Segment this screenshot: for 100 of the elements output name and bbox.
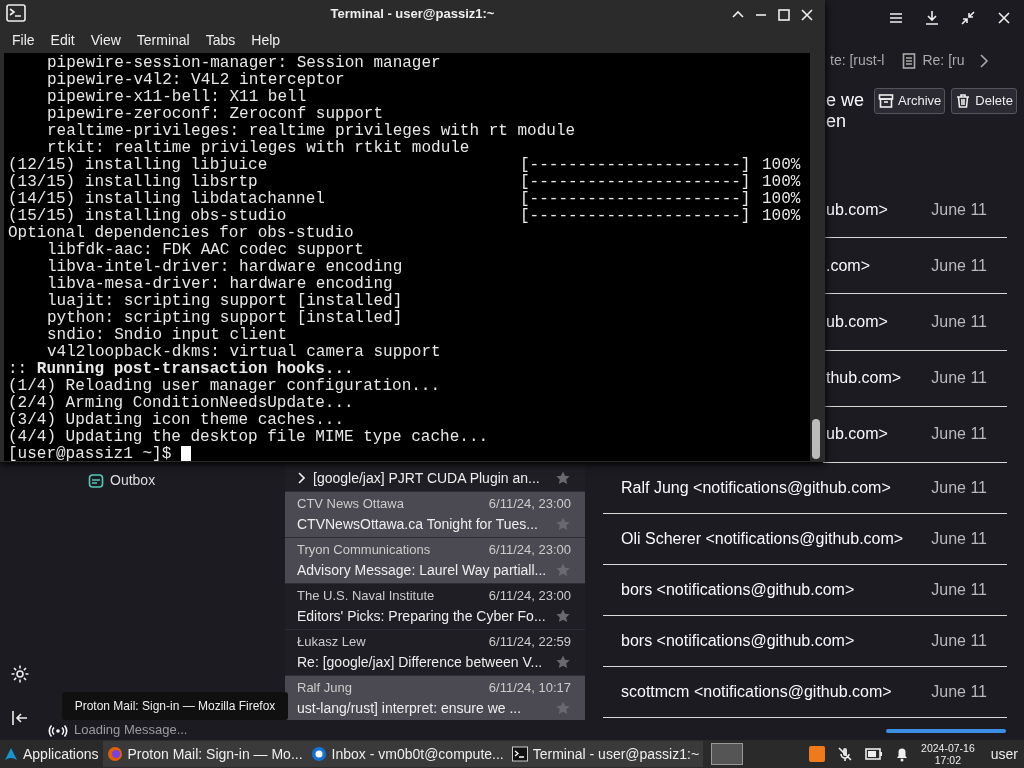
terminal-icon: [511, 746, 528, 762]
progress-bar-text: [----------------------]: [520, 174, 752, 191]
mail-tab[interactable]: Re: [ru: [898, 48, 969, 73]
menu-item[interactable]: Help: [243, 29, 289, 51]
sender-text: thub.com>: [826, 368, 902, 389]
chevron-right-icon[interactable]: [297, 472, 305, 484]
progress-bar-text: [----------------------]: [520, 157, 752, 174]
menu-item[interactable]: Edit: [42, 29, 83, 51]
sender-text: ub.com>: [826, 311, 888, 332]
menu-item[interactable]: Terminal: [128, 29, 198, 51]
sender-text: bors <notifications@github.com>: [621, 630, 855, 651]
archive-icon: [878, 92, 894, 109]
message-row[interactable]: Tryon Communications 6/11/24, 23:00 Advisory Message: Laurel Way partiall...: [285, 538, 585, 584]
terminal-line: realtime-privileges: realtime privileges with rt module: [47, 122, 576, 140]
progress-bar-text: [----------------------]: [520, 191, 752, 208]
applications-menu[interactable]: Applications: [0, 741, 103, 767]
date-text: 6/11/24, 23:00: [488, 495, 571, 513]
delete-button[interactable]: Delete: [951, 88, 1017, 114]
terminal-line: pipewire-v4l2: V4L2 interceptor: [47, 71, 345, 89]
menu-item[interactable]: View: [82, 29, 129, 51]
collapse-icon: [12, 710, 28, 726]
mail-tab[interactable]: te: [rust-l: [826, 48, 889, 73]
star-icon[interactable]: [555, 608, 571, 624]
sender-text: The U.S. Naval Institute: [297, 587, 435, 605]
subject-text: Editors' Picks: Preparing the Cyber Fo...: [297, 606, 546, 626]
arch-logo-icon: [4, 747, 18, 761]
date-text: June 11: [931, 681, 987, 702]
star-icon[interactable]: [555, 562, 571, 578]
terminal-line: sndio: Sndio input client: [47, 326, 288, 344]
date-text: June 11: [931, 368, 987, 389]
message-row[interactable]: bors <notifications@github.com> June 11: [603, 615, 1007, 667]
date-text: June 11: [931, 311, 987, 332]
muted-microphone-icon[interactable]: [837, 746, 854, 762]
percent-text: 100%: [762, 191, 801, 208]
tooltip: Proton Mail: Sign-in — Mozilla Firefox: [62, 692, 288, 720]
status-text: Loading Message...: [74, 721, 188, 740]
clock[interactable]: 2024-07-16 17:02: [921, 742, 975, 766]
subject-text: ust-lang/rust] interpret: ensure we ...: [297, 698, 522, 718]
settings-icon: [10, 664, 30, 684]
sender-text: Tryon Communications: [297, 541, 431, 559]
scrollbar-thumb[interactable]: [812, 419, 820, 459]
star-icon[interactable]: [555, 654, 571, 670]
outbox-icon: [88, 472, 104, 489]
terminal-line: pipewire-zeroconf: Zeroconf support: [47, 105, 384, 123]
window-title: Terminal - user@passiz1:~: [330, 5, 495, 24]
terminal-line: (12/15) installing libjuice: [8, 157, 269, 174]
sender-text: scottmcm <notifications@github.com>: [621, 681, 892, 702]
taskbar-item[interactable]: Proton Mail: Sign-in — Mo...: [102, 741, 307, 767]
sender-text: Ralf Jung <notifications@github.com>: [621, 477, 891, 498]
sender-text: .com>: [826, 255, 870, 276]
chevron-right-icon[interactable]: [978, 52, 991, 69]
document-icon: [902, 52, 917, 69]
taskbar-item[interactable]: Inbox - vm0b0t@compute...: [306, 741, 508, 767]
date-text: June 11: [931, 630, 987, 651]
date-text: 6/11/24, 23:00: [488, 587, 571, 605]
sender-text: Ralf Jung: [297, 679, 352, 697]
prompt-text: [user@passiz1 ~]$: [8, 445, 172, 463]
star-icon[interactable]: [555, 470, 571, 486]
terminal-line: pipewire-x11-bell: X11 bell: [47, 88, 307, 106]
menu-item[interactable]: File: [4, 29, 43, 51]
percent-text: 100%: [762, 208, 801, 225]
taskbar-item[interactable]: Terminal - user@passiz1:~: [507, 741, 704, 767]
progress-bar-text: [----------------------]: [520, 208, 752, 225]
date-text: 6/11/24, 10:17: [488, 679, 571, 697]
terminal-line: (1/4) Reloading user manager configuration...: [8, 377, 441, 395]
subject-text: en: [826, 111, 848, 132]
subject-text: Advisory Message: Laurel Way partiall...: [297, 560, 547, 580]
message-row[interactable]: bors <notifications@github.com> June 11: [603, 564, 1007, 616]
percent-text: 100%: [762, 174, 801, 191]
terminal-line: (13/15) installing libsrtp: [8, 174, 259, 191]
message-row[interactable]: CTV News Ottawa 6/11/24, 23:00 CTVNewsOttawa.ca Tonight for Tues...: [285, 492, 585, 538]
minimize-icon: [755, 14, 767, 16]
user-menu[interactable]: user: [986, 741, 1022, 767]
date-text: 6/11/24, 23:00: [488, 541, 571, 559]
sender-text: ub.com>: [826, 199, 888, 220]
mail-app-icon: [310, 746, 327, 762]
battery-icon[interactable]: [865, 747, 884, 761]
date-text: June 11: [931, 528, 987, 549]
star-icon[interactable]: [555, 700, 571, 716]
date-text: June 11: [931, 579, 987, 600]
app-tray-icon[interactable]: [809, 746, 826, 762]
archive-button[interactable]: Archive: [874, 88, 946, 114]
message-row[interactable]: Oli Scherer <notifications@github.com> June 11: [603, 513, 1007, 565]
terminal-line: (4/4) Updating the desktop file MIME type cache...: [8, 428, 489, 446]
star-icon[interactable]: [555, 516, 571, 532]
folder-item[interactable]: Outbox: [88, 470, 156, 491]
sender-text: Łukasz Lew: [297, 633, 366, 651]
square-icon: [775, 6, 793, 24]
menu-item[interactable]: Tabs: [197, 29, 244, 51]
sender-text: CTV News Ottawa: [297, 495, 404, 513]
broadcast-icon: [48, 723, 68, 738]
terminal-line: luajit: scripting support [installed]: [47, 292, 403, 310]
subject-text: CTVNewsOttawa.ca Tonight for Tues...: [297, 514, 538, 534]
message-row[interactable]: scottmcm <notifications@github.com> June 11: [603, 666, 1007, 718]
terminal-line: Optional dependencies for obs-studio: [8, 224, 354, 242]
percent-text: 100%: [762, 157, 801, 174]
date-text: June 11: [931, 477, 987, 498]
workspace-thumbnail[interactable]: [711, 743, 744, 765]
message-row[interactable]: Ralf Jung 6/11/24, 10:17 ust-lang/rust] interpret: ensure we ...: [285, 676, 585, 722]
bell-icon[interactable]: [895, 746, 910, 762]
